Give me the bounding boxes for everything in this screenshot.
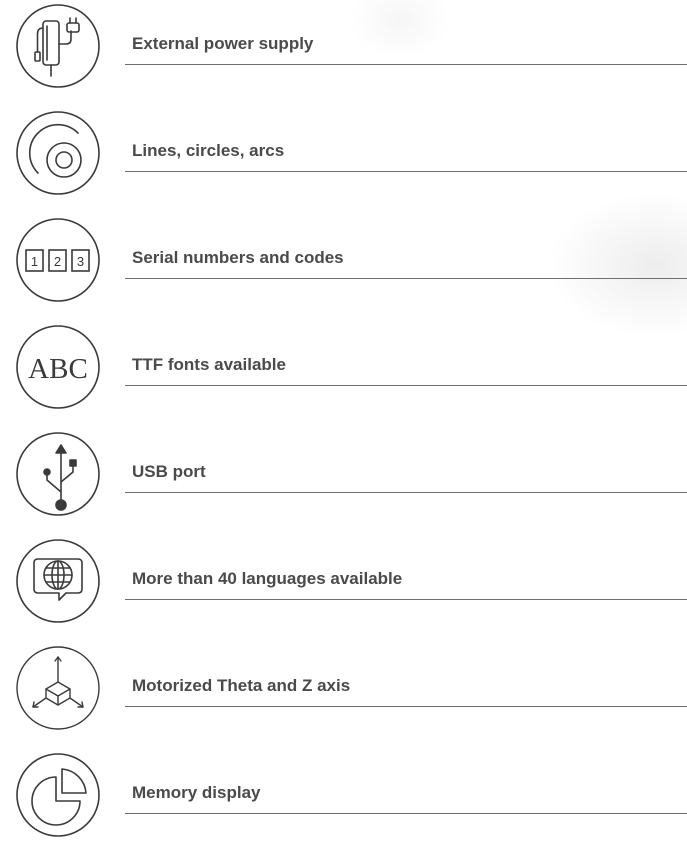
feature-serial-numbers: 1 2 3 Serial numbers and codes <box>0 214 687 318</box>
divider-line <box>125 385 687 386</box>
feature-label: Memory display <box>132 783 261 802</box>
divider-line <box>125 64 687 65</box>
divider-line <box>125 492 687 493</box>
feature-label: USB port <box>132 462 206 481</box>
languages-globe-icon <box>16 539 100 623</box>
axis-icon <box>16 646 100 730</box>
feature-memory-display: Memory display <box>0 749 687 853</box>
power-adapter-icon <box>16 4 100 88</box>
divider-line <box>125 171 687 172</box>
pie-chart-icon <box>16 753 100 837</box>
feature-label: More than 40 languages available <box>132 569 403 588</box>
feature-label: TTF fonts available <box>132 355 286 374</box>
feature-label: External power supply <box>132 34 314 53</box>
circles-arcs-icon <box>16 111 100 195</box>
feature-external-power-supply: External power supply <box>0 0 687 104</box>
usb-icon <box>16 432 100 516</box>
feature-label: Motorized Theta and Z axis <box>132 676 351 695</box>
icon-digit: 1 <box>31 254 38 269</box>
divider-line <box>125 599 687 600</box>
feature-motorized-axis: Motorized Theta and Z axis <box>0 642 687 746</box>
feature-label: Serial numbers and codes <box>132 248 344 267</box>
divider-line <box>125 278 687 279</box>
feature-usb-port: USB port <box>0 428 687 532</box>
serial-numbers-icon: 1 2 3 <box>16 218 100 302</box>
feature-languages: More than 40 languages available <box>0 535 687 639</box>
divider-line <box>125 813 687 814</box>
icon-digit: 3 <box>77 254 84 269</box>
icon-digit: 2 <box>54 254 61 269</box>
divider-line <box>125 706 687 707</box>
ttf-fonts-icon: ABC <box>16 325 100 409</box>
feature-label: Lines, circles, arcs <box>132 141 285 160</box>
feature-ttf-fonts: ABC TTF fonts available <box>0 321 687 425</box>
feature-lines-circles-arcs: Lines, circles, arcs <box>0 107 687 211</box>
icon-abc-text: ABC <box>28 353 88 385</box>
